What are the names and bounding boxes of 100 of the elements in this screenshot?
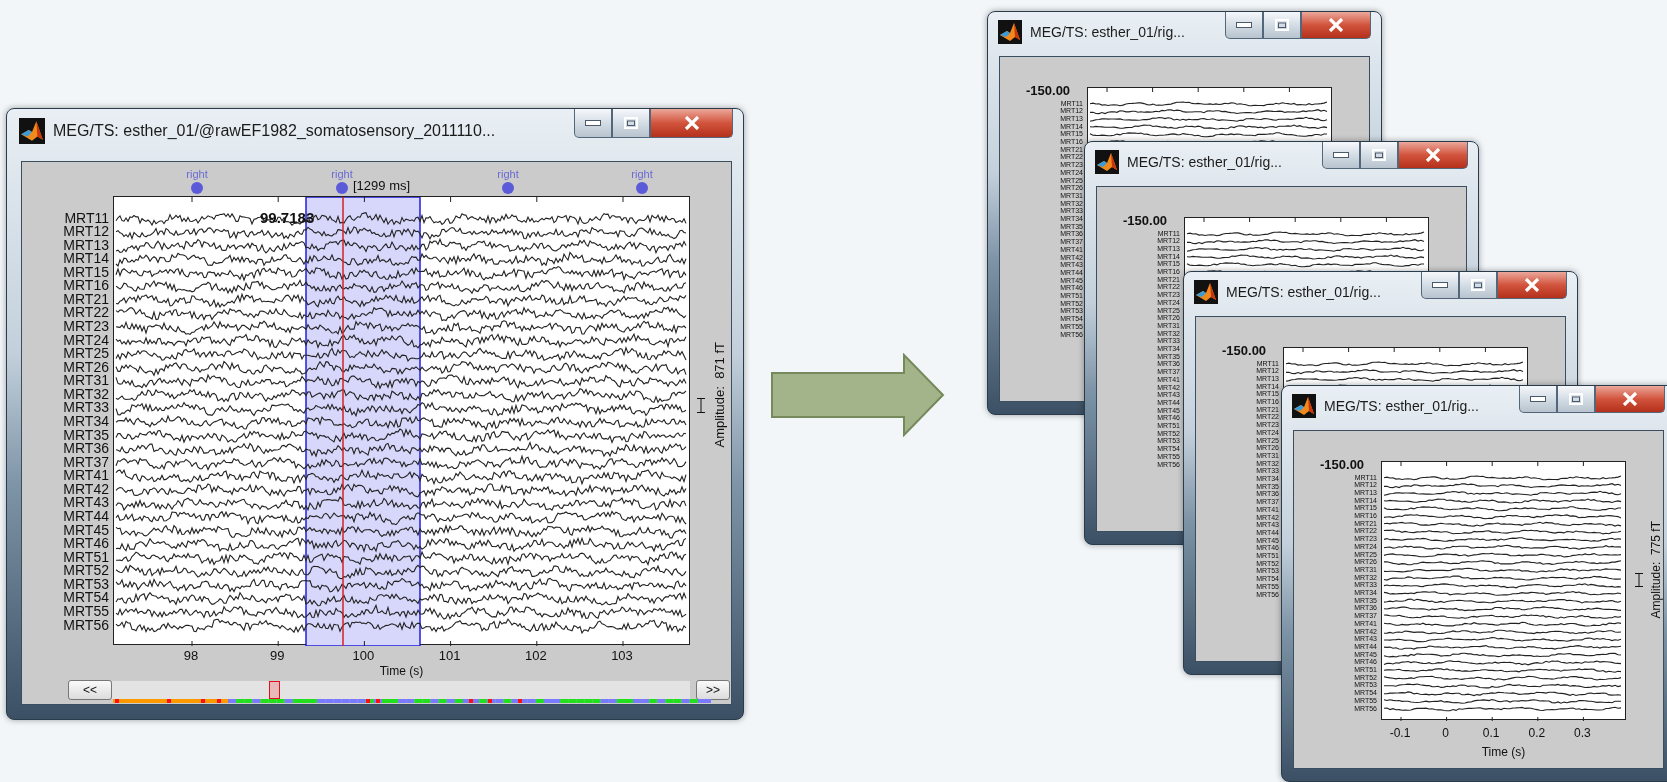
maximize-icon: [1471, 279, 1485, 291]
x-tick-label: 0.2: [1527, 726, 1547, 740]
channel-label: MRT53: [62, 577, 109, 591]
close-button[interactable]: [1497, 272, 1567, 299]
logo-icon: [1095, 150, 1119, 174]
event-marker[interactable]: [191, 182, 203, 194]
minimize-button[interactable]: [1225, 12, 1263, 39]
channel-label: MRT24: [62, 333, 109, 347]
channel-label: MRT33: [62, 401, 109, 415]
event-marker[interactable]: [502, 182, 514, 194]
close-button[interactable]: [1398, 142, 1468, 169]
maximize-icon: [1275, 19, 1289, 31]
close-icon: [1328, 18, 1344, 32]
channel-label: MRT13: [62, 238, 109, 252]
close-button[interactable]: [1595, 386, 1665, 413]
channel-label: MRT44: [62, 510, 109, 524]
minimize-icon: [1530, 396, 1546, 402]
time-cursor-label: [1299 ms]: [353, 178, 411, 193]
window-title: MEG/TS: esther_01/rig...: [1226, 284, 1381, 300]
channel-label: MRT16: [62, 279, 109, 293]
minimize-icon: [1236, 22, 1252, 28]
close-icon: [1622, 392, 1638, 406]
channel-label: MRT56: [62, 618, 109, 632]
x-tick-label: 98: [182, 648, 200, 663]
logo-icon: [1194, 280, 1218, 304]
channel-label: MRT22: [62, 306, 109, 320]
maximize-button[interactable]: [1459, 272, 1497, 299]
x-tick-label: 100: [351, 648, 376, 663]
x-tick-label: 0: [1441, 726, 1450, 740]
minimize-button[interactable]: [1519, 386, 1557, 413]
close-icon: [1524, 278, 1540, 292]
axis-label: Time (s): [1480, 745, 1527, 759]
x-tick-label: 99: [268, 648, 286, 663]
scale-bar-icon: [697, 398, 705, 413]
offset-label: -150.00: [1026, 83, 1071, 98]
channel-label: MRT26: [62, 360, 109, 374]
x-tick-label: 102: [523, 648, 548, 663]
close-button[interactable]: [650, 109, 733, 138]
x-tick-label: -0.1: [1388, 726, 1412, 740]
channel-label: MRT43: [62, 496, 109, 510]
channel-label: MRT21: [62, 292, 109, 306]
channel-label: MRT41: [62, 469, 109, 483]
channel-label: MRT25: [62, 347, 109, 361]
window-title: MEG/TS: esther_01/rig...: [1127, 154, 1282, 170]
event-marker[interactable]: [336, 182, 348, 194]
channel-label: MRT42: [62, 482, 109, 496]
maximize-icon: [1569, 393, 1583, 405]
right-arrow-icon: [770, 353, 946, 437]
minimize-button[interactable]: [1322, 142, 1360, 169]
x-tick-label: 0.3: [1573, 726, 1592, 740]
channel-label: MRT34: [62, 415, 109, 429]
window-title: MEG/TS: esther_01/rig...: [1030, 24, 1185, 40]
minimize-button[interactable]: [574, 109, 612, 138]
maximize-button[interactable]: [1557, 386, 1595, 413]
x-tick-label: 101: [437, 648, 462, 663]
maximize-button[interactable]: [1360, 142, 1398, 169]
scroll-forward-button[interactable]: >>: [696, 680, 730, 700]
maximize-icon: [1372, 149, 1386, 161]
event-label: right: [496, 168, 520, 180]
amplitude-label: Amplitude: 871 fT: [712, 342, 727, 448]
channel-label: MRT15: [62, 265, 109, 279]
channel-label: MRT55: [62, 605, 109, 618]
offset-label: -150.00: [1320, 457, 1365, 472]
logo-icon: [19, 118, 45, 144]
offset-label: -150.00: [1222, 343, 1267, 358]
event-label: right: [330, 168, 354, 180]
scroll-thumb[interactable]: [269, 681, 280, 699]
channel-label: MRT23: [62, 320, 109, 334]
scroll-back-button[interactable]: <<: [68, 680, 112, 700]
maximize-icon: [624, 117, 638, 129]
maximize-button[interactable]: [1263, 12, 1301, 39]
close-icon: [683, 116, 700, 130]
channel-label: MRT11: [63, 211, 109, 225]
minimize-icon: [1333, 152, 1349, 158]
channel-label: MRT45: [62, 523, 109, 537]
channel-label: MRT37: [62, 455, 109, 469]
channel-label: MRT46: [62, 537, 109, 551]
channel-label: MRT36: [62, 442, 109, 456]
channel-label: MRT35: [62, 428, 109, 442]
channel-label: MRT31: [62, 374, 109, 388]
axis-label: Time (s): [378, 664, 425, 678]
logo-icon: [998, 20, 1022, 44]
event-label: right: [185, 168, 209, 180]
event-marker[interactable]: [636, 182, 648, 194]
minimize-icon: [585, 120, 601, 126]
window-title: MEG/TS: esther_01/rig...: [1324, 398, 1479, 414]
minimize-button[interactable]: [1421, 272, 1459, 299]
channel-label: MRT54: [62, 591, 109, 605]
channel-label: MRT12: [62, 225, 109, 239]
amplitude-label: Amplitude: 775 fT: [1649, 521, 1663, 619]
event-label: right: [630, 168, 654, 180]
x-tick-label: 0.1: [1481, 726, 1501, 740]
close-button[interactable]: [1301, 12, 1371, 39]
maximize-button[interactable]: [612, 109, 650, 138]
channel-label: MRT32: [62, 387, 109, 401]
offset-label: -150.00: [1123, 213, 1168, 228]
logo-icon: [1292, 394, 1316, 418]
scale-bar-icon: [1635, 573, 1643, 587]
channel-label: MRT51: [62, 550, 109, 564]
close-icon: [1425, 148, 1441, 162]
